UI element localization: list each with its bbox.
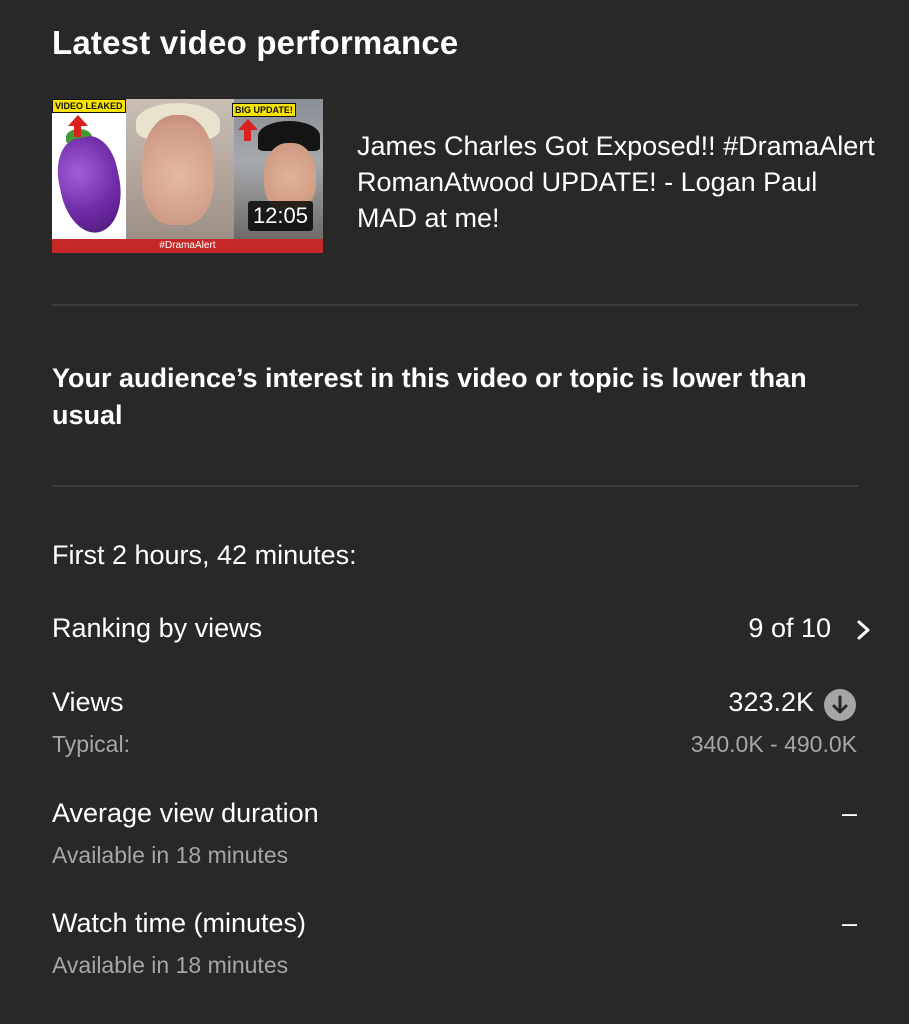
thumbnail-caption: #DramaAlert — [159, 240, 216, 251]
average-view-duration-value: – — [841, 798, 857, 828]
arrow-up-icon — [238, 119, 258, 130]
views-typical-range: 340.0K - 490.0K — [690, 731, 857, 757]
video-duration-badge: 12:05 — [247, 201, 313, 231]
average-view-duration-label: Average view duration — [52, 798, 319, 828]
watch-time-availability: Available in 18 minutes — [52, 952, 289, 978]
chevron-right-icon[interactable] — [852, 616, 876, 644]
views-typical-label: Typical: — [52, 731, 130, 757]
divider — [52, 485, 858, 487]
latest-video-performance-card: Latest video performance VIDEO LEAKED BI… — [0, 0, 909, 1024]
thumbnail-tag-right: BIG UPDATE! — [232, 103, 296, 117]
ranking-by-views-value[interactable]: 9 of 10 — [748, 613, 831, 644]
thumbnail-tag-left: VIDEO LEAKED — [52, 99, 126, 113]
arrow-up-icon — [68, 115, 88, 126]
arrow-up-stem — [244, 130, 251, 141]
average-view-duration-availability: Available in 18 minutes — [52, 842, 289, 868]
watch-time-value: – — [841, 908, 857, 938]
ranking-by-views-label[interactable]: Ranking by views — [52, 613, 262, 644]
divider — [52, 304, 858, 306]
arrow-up-stem — [74, 126, 81, 137]
section-title: Latest video performance — [52, 24, 459, 61]
video-thumbnail[interactable]: VIDEO LEAKED BIG UPDATE! #DramaAlert 12:… — [52, 99, 323, 253]
views-label: Views — [52, 687, 124, 717]
audience-interest-insight: Your audience’s interest in this video o… — [52, 363, 807, 430]
views-value: 323.2K — [728, 687, 814, 717]
arrow-down-circle-icon — [824, 689, 856, 721]
thumbnail-person-face — [142, 115, 214, 225]
time-period-label: First 2 hours, 42 minutes: — [52, 540, 357, 570]
video-title[interactable]: James Charles Got Exposed!! #DramaAlert … — [357, 128, 877, 236]
watch-time-label: Watch time (minutes) — [52, 908, 307, 938]
